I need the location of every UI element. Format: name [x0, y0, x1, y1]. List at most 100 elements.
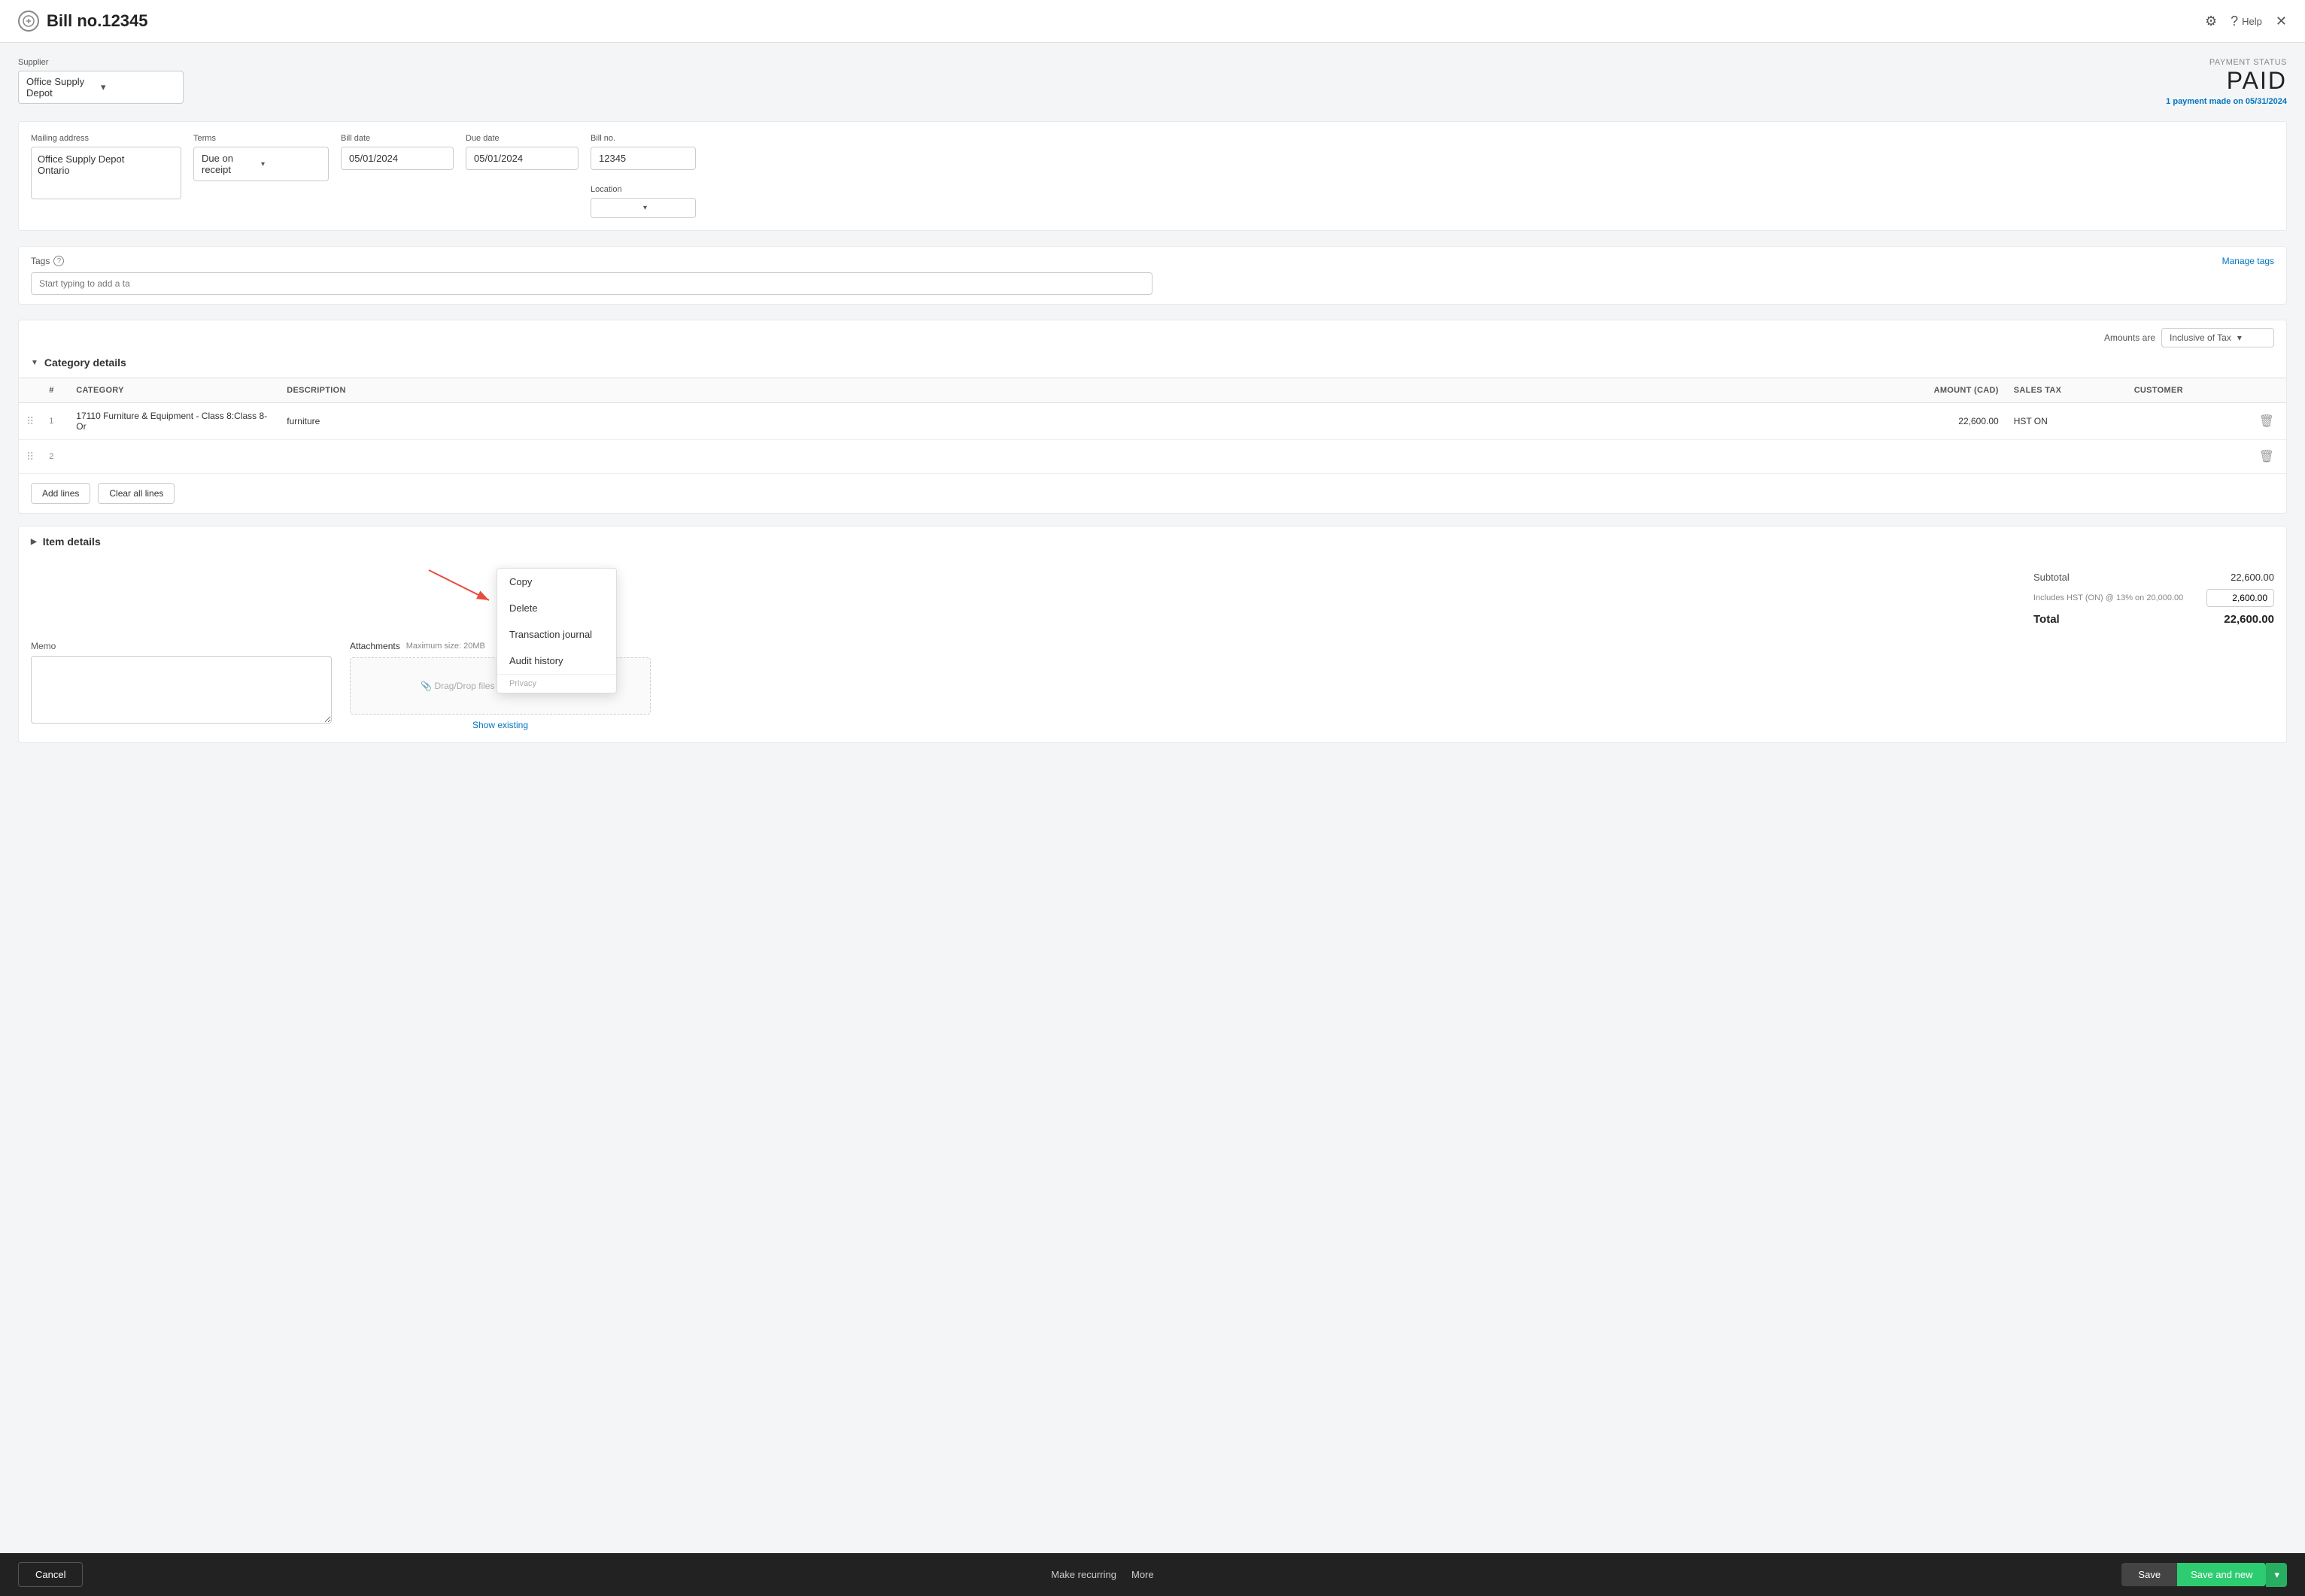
delete-row-button[interactable]: 🗑	[2255, 412, 2279, 430]
col-category: CATEGORY	[68, 378, 279, 403]
supplier-select[interactable]: Office Supply Depot ▾	[18, 71, 184, 104]
context-menu-audit-history[interactable]: Audit history	[497, 648, 616, 674]
due-date-input[interactable]	[466, 147, 579, 170]
total-row: Total 22,600.00	[2033, 610, 2274, 629]
add-lines-button[interactable]: Add lines	[31, 483, 90, 504]
payment-status-label: PAYMENT STATUS	[2166, 58, 2287, 67]
drag-handle-cell: ⠿	[19, 440, 41, 474]
delete-row-button[interactable]: 🗑	[2255, 448, 2279, 466]
drag-handle[interactable]: ⠿	[26, 451, 34, 463]
tags-section: Tags ? Manage tags	[18, 246, 2287, 305]
memo-textarea[interactable]	[31, 656, 332, 724]
show-existing: Show existing	[350, 719, 651, 730]
due-date-group: Due date	[466, 134, 579, 218]
amounts-dropdown-arrow: ▾	[2237, 332, 2242, 343]
drag-handle-cell: ⠿	[19, 403, 41, 440]
category-table-wrapper: # CATEGORY DESCRIPTION AMOUNT (CAD) SALE…	[19, 378, 2286, 474]
category-details-header[interactable]: ▼ Category details	[19, 347, 2286, 378]
totals-table: Subtotal 22,600.00 Includes HST (ON) @ 1…	[2033, 569, 2274, 629]
location-label: Location	[591, 185, 696, 194]
category-cell[interactable]: 17110 Furniture & Equipment - Class 8:Cl…	[68, 403, 279, 440]
category-details-card: Amounts are Inclusive of Tax ▾ ▼ Categor…	[18, 320, 2287, 514]
memo-section: Memo	[31, 641, 332, 730]
attachments-label: Attachments	[350, 641, 400, 651]
context-menu-footer: Privacy	[497, 674, 616, 693]
drag-handle[interactable]: ⠿	[26, 415, 34, 427]
amounts-value: Inclusive of Tax	[2170, 332, 2231, 343]
supplier-row: Supplier Office Supply Depot ▾ PAYMENT S…	[18, 58, 2287, 106]
mailing-address-field[interactable]: Office Supply Depot Ontario	[31, 147, 181, 199]
total-value: 22,600.00	[2224, 613, 2274, 626]
payment-link[interactable]: 1 payment made on 05/31/2024	[2166, 97, 2287, 106]
item-details-header[interactable]: ▶ Item details	[19, 526, 2286, 557]
supplier-group: Supplier Office Supply Depot ▾	[18, 58, 184, 104]
save-dropdown-button[interactable]: ▾	[2266, 1563, 2287, 1587]
clear-all-lines-button[interactable]: Clear all lines	[98, 483, 175, 504]
terms-value: Due on receipt	[202, 153, 261, 175]
category-collapse-icon: ▼	[31, 359, 38, 367]
context-menu: Copy Delete Transaction journal Audit hi…	[497, 568, 617, 693]
row-num-cell: 1	[41, 403, 68, 440]
close-button[interactable]: ✕	[2276, 14, 2287, 29]
save-button[interactable]: Save	[2121, 1563, 2177, 1586]
description-cell[interactable]: furniture	[279, 403, 1900, 440]
col-delete	[2247, 378, 2286, 403]
mailing-address-group: Mailing address Office Supply Depot Onta…	[31, 134, 181, 218]
payment-status-value: PAID	[2166, 67, 2287, 95]
category-table: # CATEGORY DESCRIPTION AMOUNT (CAD) SALE…	[19, 378, 2286, 474]
tags-input[interactable]	[31, 272, 1152, 295]
tags-help-icon[interactable]: ?	[53, 256, 64, 266]
amounts-select[interactable]: Inclusive of Tax ▾	[2161, 328, 2274, 347]
bill-date-label: Bill date	[341, 134, 454, 143]
context-menu-transaction-journal[interactable]: Transaction journal	[497, 621, 616, 648]
more-button[interactable]: More	[1131, 1569, 1154, 1580]
save-and-new-button[interactable]: Save and new	[2177, 1563, 2266, 1586]
cancel-button[interactable]: Cancel	[18, 1562, 83, 1587]
footer: Cancel Make recurring More Save Save and…	[0, 1553, 2305, 1596]
footer-center: Make recurring More	[1051, 1569, 1153, 1580]
subtotal-label: Subtotal	[2033, 572, 2070, 583]
make-recurring-button[interactable]: Make recurring	[1051, 1569, 1116, 1580]
sales-tax-cell[interactable]	[2006, 440, 2127, 474]
bill-icon	[18, 11, 39, 32]
sales-tax-cell[interactable]: HST ON	[2006, 403, 2127, 440]
tags-header: Tags ? Manage tags	[31, 256, 2274, 266]
supplier-dropdown-arrow: ▾	[101, 81, 175, 93]
table-row: ⠿ 2 🗑	[19, 440, 2286, 474]
amount-cell[interactable]	[1901, 440, 2006, 474]
table-actions: Add lines Clear all lines	[19, 474, 2286, 513]
col-num: #	[41, 378, 68, 403]
form-fields-row: Mailing address Office Supply Depot Onta…	[18, 121, 2287, 231]
total-label: Total	[2033, 613, 2060, 626]
location-dropdown-arrow: ▾	[643, 204, 688, 212]
main-content: Supplier Office Supply Depot ▾ PAYMENT S…	[0, 43, 2305, 815]
tax-detail-row: Includes HST (ON) @ 13% on 20,000.00	[2033, 586, 2274, 610]
footer-save-group: Save Save and new ▾	[2121, 1563, 2287, 1587]
tax-value-input[interactable]	[2206, 589, 2274, 607]
header-actions: ⚙ ? Help ✕	[2205, 14, 2287, 29]
customer-cell[interactable]	[2127, 403, 2247, 440]
tags-label: Tags ?	[31, 256, 64, 266]
item-details-collapse-icon: ▶	[31, 538, 37, 546]
manage-tags-link[interactable]: Manage tags	[2222, 256, 2274, 266]
col-drag	[19, 378, 41, 403]
settings-button[interactable]: ⚙	[2205, 14, 2217, 29]
header-title: Bill no.12345	[18, 11, 148, 32]
show-existing-link[interactable]: Show existing	[472, 720, 528, 730]
help-button[interactable]: ? Help	[2231, 14, 2262, 29]
item-details-card: ▶ Item details Subtotal 22,600.00 Includ…	[18, 526, 2287, 743]
context-menu-copy[interactable]: Copy	[497, 569, 616, 595]
amount-cell[interactable]: 22,600.00	[1901, 403, 2006, 440]
row-num-cell: 2	[41, 440, 68, 474]
location-select[interactable]: ▾	[591, 198, 696, 218]
terms-select[interactable]: Due on receipt ▾	[193, 147, 329, 181]
description-cell[interactable]	[279, 440, 1900, 474]
bill-no-input[interactable]	[591, 147, 696, 170]
customer-cell[interactable]	[2127, 440, 2247, 474]
bill-date-input[interactable]	[341, 147, 454, 170]
bill-no-label: Bill no.	[591, 134, 696, 143]
category-cell[interactable]	[68, 440, 279, 474]
paperclip-icon: 📎	[421, 681, 432, 691]
bottom-section: Memo Attachments Maximum size: 20MB 📎 Dr…	[19, 629, 2286, 742]
context-menu-delete[interactable]: Delete	[497, 595, 616, 621]
